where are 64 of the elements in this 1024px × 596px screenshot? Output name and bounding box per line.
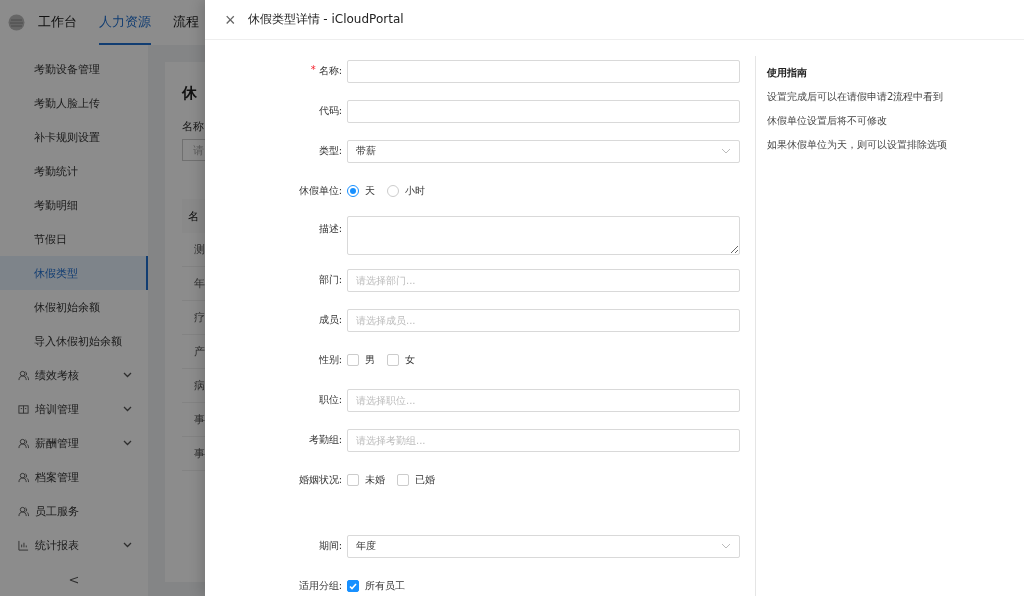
page-title: 休 <box>182 84 198 103</box>
people-icon <box>18 369 29 381</box>
people-icon <box>18 505 29 517</box>
checkbox-option[interactable]: 男 <box>347 353 375 367</box>
field-label: 考勤组: <box>307 433 343 447</box>
filter-label: 名称 <box>182 119 205 134</box>
bar-chart-icon <box>18 539 29 551</box>
field-label: 适用分组: <box>297 579 343 593</box>
sidebar-item[interactable]: 薪酬管理 <box>0 426 148 460</box>
field-label: 成员: <box>317 313 343 327</box>
nav-tab[interactable]: 工作台 <box>38 0 77 45</box>
field-label: 部门: <box>317 273 343 287</box>
chevron-down-icon <box>721 543 731 549</box>
sidebar-item[interactable]: 考勤明细 <box>0 188 148 222</box>
field-label: 期间: <box>317 539 343 553</box>
text-input[interactable]: 请选择部门... <box>347 268 740 292</box>
people-icon <box>18 471 29 483</box>
field-label: 代码: <box>317 104 343 118</box>
text-input[interactable]: 请选择考勤组... <box>347 428 740 452</box>
sidebar-item[interactable]: 休假初始余额 <box>0 290 148 324</box>
text-input[interactable] <box>347 99 740 123</box>
field-label: 描述: <box>317 222 343 236</box>
field-label: 类型: <box>317 144 343 158</box>
close-button[interactable]: × <box>225 10 236 29</box>
sidebar-item[interactable]: 考勤人脸上传 <box>0 86 148 120</box>
sidebar-item[interactable]: 考勤设备管理 <box>0 52 148 86</box>
sidebar-item[interactable]: 培训管理 <box>0 392 148 426</box>
sidebar-item[interactable]: 考勤统计 <box>0 154 148 188</box>
field-label: 休假单位: <box>297 184 343 198</box>
logo-icon <box>8 14 25 31</box>
checkbox-option[interactable]: 已婚 <box>397 473 435 487</box>
field-label: 性别: <box>317 353 343 367</box>
collapse-button[interactable]: < <box>0 562 148 596</box>
radio-option[interactable]: 小时 <box>387 184 425 198</box>
field-label: 职位: <box>317 393 343 407</box>
sidebar-item[interactable]: 补卡规则设置 <box>0 120 148 154</box>
sidebar-item[interactable]: 绩效考核 <box>0 358 148 392</box>
field-label: 婚姻状况: <box>297 473 343 487</box>
select-field[interactable]: 年度 <box>347 534 740 558</box>
text-input[interactable] <box>347 59 740 83</box>
radio-option[interactable]: 天 <box>347 184 375 198</box>
sidebar-item[interactable]: 休假类型 <box>0 256 148 290</box>
guide-text: 如果休假单位为天，则可以设置排除选项 <box>767 138 947 152</box>
sidebar-item[interactable]: 节假日 <box>0 222 148 256</box>
book-icon <box>18 403 29 415</box>
drawer-title: 休假类型详情 - iCloudPortal <box>247 11 404 28</box>
guide-text: 设置完成后可以在请假申请2流程中看到 <box>767 90 945 104</box>
select-field[interactable]: 带薪 <box>347 139 740 163</box>
sidebar-item[interactable]: 员工服务 <box>0 494 148 528</box>
checkbox-option[interactable]: 女 <box>387 353 415 367</box>
guide-text: 休假单位设置后将不可修改 <box>767 114 888 128</box>
checkbox-option[interactable]: 所有员工 <box>347 579 405 593</box>
textarea-field[interactable] <box>347 216 740 255</box>
text-input[interactable]: 请选择成员... <box>347 308 740 332</box>
guide-title: 使用指南 <box>767 66 808 80</box>
chevron-down-icon <box>721 148 731 154</box>
people-icon <box>18 437 29 449</box>
sidebar-item[interactable]: 导入休假初始余额 <box>0 324 148 358</box>
nav-tab[interactable]: 流程 <box>173 0 199 45</box>
field-label: * 名称: <box>309 64 343 78</box>
checkbox-option[interactable]: 未婚 <box>347 473 385 487</box>
check-icon <box>349 582 357 590</box>
sidebar-item[interactable]: 档案管理 <box>0 460 148 494</box>
sidebar-item[interactable]: 统计报表 <box>0 528 148 562</box>
